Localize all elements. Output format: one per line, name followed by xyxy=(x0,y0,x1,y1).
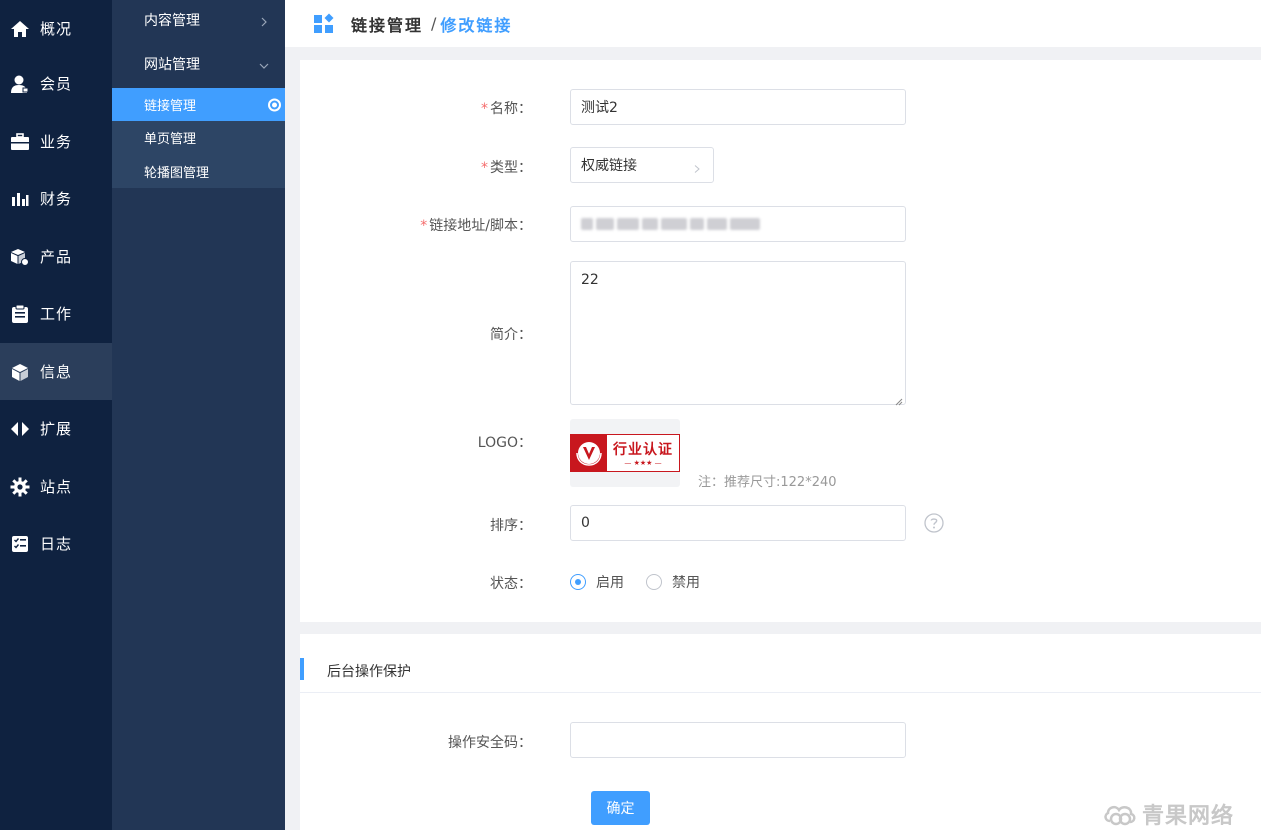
divider xyxy=(300,692,1261,693)
name-label: * 名称： xyxy=(481,101,532,117)
page-title: 修改链接 xyxy=(440,15,513,35)
nav-group-label: 网站管理 xyxy=(144,57,200,73)
security-code-input[interactable] xyxy=(570,722,906,758)
nav-item-label: 产品 xyxy=(40,248,73,266)
help-icon[interactable] xyxy=(924,513,944,533)
nav-item-label: 会员 xyxy=(40,75,73,93)
nav-group-content[interactable]: 内容管理 xyxy=(112,0,285,40)
active-indicator-icon xyxy=(268,98,281,111)
sidebar-item-label: 轮播图管理 xyxy=(144,165,210,181)
nav-item-overview[interactable]: 概况 xyxy=(0,0,112,57)
status-label: 状态： xyxy=(490,576,532,592)
nav-item-label: 业务 xyxy=(40,133,73,151)
logo-upload[interactable]: 行业认证 — ★★★ — xyxy=(570,419,680,487)
chevron-right-icon xyxy=(693,161,701,173)
required-mark: * xyxy=(481,160,488,176)
cloud-logo-icon xyxy=(1104,805,1136,826)
logo-text: 行业认证 xyxy=(613,442,673,458)
redacted-url xyxy=(581,218,760,230)
sidebar-item-page-management[interactable]: 单页管理 xyxy=(112,121,285,154)
nav-item-label: 日志 xyxy=(40,535,73,553)
url-input[interactable] xyxy=(570,206,906,242)
checklist-icon xyxy=(10,534,30,554)
type-select[interactable]: 权威链接 xyxy=(570,147,714,183)
clipboard-icon xyxy=(10,304,30,324)
chevron-right-icon xyxy=(259,15,269,27)
nav-item-info[interactable]: 信息 xyxy=(0,343,112,400)
submit-button[interactable]: 确定 xyxy=(591,791,650,825)
watermark: 青果网络 xyxy=(1102,798,1234,830)
radio-unchecked-icon xyxy=(646,574,662,590)
nav-item-label: 信息 xyxy=(40,363,73,381)
sidebar-item-label: 链接管理 xyxy=(144,99,197,114)
briefcase-icon xyxy=(10,132,30,152)
nav-item-finance[interactable]: 财务 xyxy=(0,170,112,227)
home-icon xyxy=(10,19,30,39)
nav-item-business[interactable]: 业务 xyxy=(0,113,112,170)
logo-image: 行业认证 — ★★★ — xyxy=(570,434,680,472)
watermark-text: 青果网络 xyxy=(1142,804,1235,829)
page-header: 链接管理 / 修改链接 xyxy=(285,0,1261,47)
intro-label: 简介： xyxy=(490,327,532,343)
primary-sidebar: 概况 会员 业务 财务 产品 工作 信息 扩展 站点 日志 xyxy=(0,0,112,830)
nav-item-work[interactable]: 工作 xyxy=(0,285,112,342)
nav-group-label: 内容管理 xyxy=(144,13,200,29)
v-badge-icon xyxy=(571,435,607,471)
nav-item-site[interactable]: 站点 xyxy=(0,458,112,515)
nav-item-logs[interactable]: 日志 xyxy=(0,515,112,572)
breadcrumb-separator: / xyxy=(431,14,437,33)
logo-size-hint: 注：推荐尺寸:122*240 xyxy=(698,475,837,490)
sidebar-item-carousel-management[interactable]: 轮播图管理 xyxy=(112,154,285,188)
sidebar-item-link-management[interactable]: 链接管理 xyxy=(112,88,285,121)
sort-input[interactable]: 0 xyxy=(570,505,906,541)
link-edit-form: * 名称： 测试2 * 类型： 权威链接 * 链接地址/脚本： 简介： 22 LOGO… xyxy=(300,60,1261,622)
type-label: * 类型： xyxy=(481,160,532,176)
required-mark: * xyxy=(481,101,488,117)
chevron-down-icon xyxy=(259,59,269,69)
nav-group-website[interactable]: 网站管理 xyxy=(112,40,285,88)
bar-chart-icon xyxy=(10,189,30,209)
expand-arrows-icon xyxy=(10,419,30,439)
name-input[interactable]: 测试2 xyxy=(570,89,906,125)
breadcrumb-parent[interactable]: 链接管理 xyxy=(351,12,423,36)
resize-grip-icon[interactable] xyxy=(895,394,903,406)
section-title: 后台操作保护 xyxy=(327,664,411,680)
sort-label: 排序： xyxy=(490,518,532,534)
secondary-sidebar: 内容管理 网站管理 链接管理 单页管理 轮播图管理 xyxy=(112,0,285,830)
sidebar-item-label: 单页管理 xyxy=(144,132,197,147)
nav-item-products[interactable]: 产品 xyxy=(0,228,112,285)
box-icon xyxy=(10,362,30,382)
nav-item-extend[interactable]: 扩展 xyxy=(0,400,112,457)
nav-item-label: 站点 xyxy=(40,478,73,496)
url-label: * 链接地址/脚本： xyxy=(420,218,532,234)
nav-item-label: 扩展 xyxy=(40,420,73,438)
radio-checked-icon xyxy=(570,574,586,590)
user-icon xyxy=(10,74,30,94)
section-accent-bar xyxy=(300,658,304,680)
required-mark: * xyxy=(420,218,428,234)
nav-item-label: 工作 xyxy=(40,305,73,323)
security-code-label: 操作安全码： xyxy=(448,735,532,751)
logo-label: LOGO： xyxy=(477,435,532,451)
gear-icon xyxy=(10,477,30,497)
nav-item-members[interactable]: 会员 xyxy=(0,55,112,112)
widgets-icon xyxy=(313,13,335,35)
status-enabled-radio[interactable]: 启用 xyxy=(570,572,624,592)
nav-item-label: 概况 xyxy=(40,20,73,38)
cube-icon xyxy=(10,247,30,267)
logo-stars: — ★★★ — xyxy=(624,459,662,467)
nav-item-label: 财务 xyxy=(40,190,73,208)
intro-textarea[interactable]: 22 xyxy=(570,261,906,406)
status-disabled-radio[interactable]: 禁用 xyxy=(646,572,700,592)
